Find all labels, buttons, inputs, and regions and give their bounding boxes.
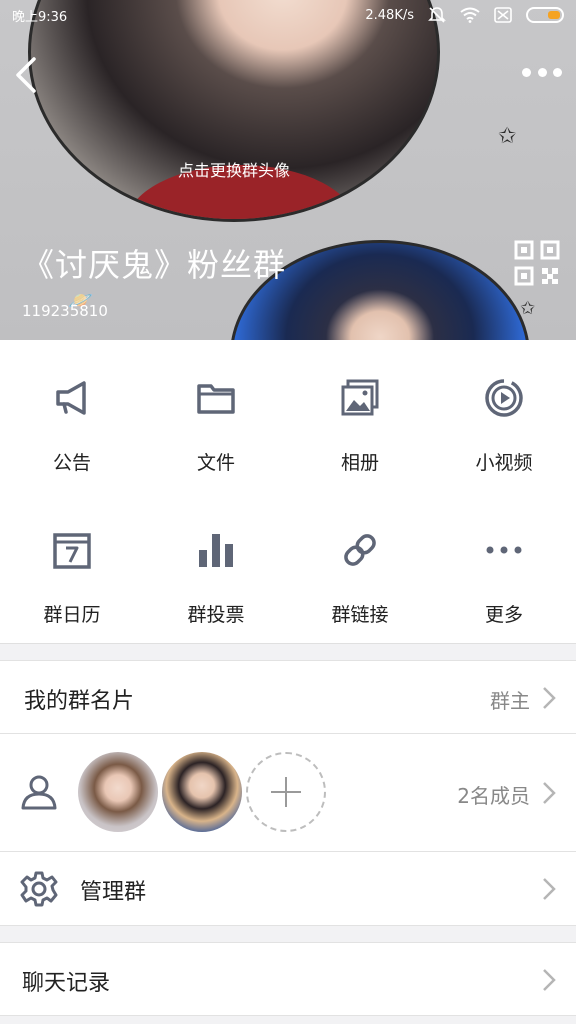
chevron-right-icon bbox=[543, 687, 556, 709]
grid-item-more[interactable]: 更多 bbox=[432, 492, 576, 644]
status-time: 晚上9:36 bbox=[12, 9, 68, 25]
status-bar: 晚上9:36 2.48K/s bbox=[0, 0, 576, 30]
bar-chart-icon bbox=[199, 534, 233, 567]
dot bbox=[522, 67, 531, 77]
gear-icon bbox=[20, 871, 58, 907]
member-avatar[interactable] bbox=[162, 752, 242, 832]
network-speed: 2.48K/s bbox=[365, 7, 414, 23]
members-row[interactable]: 2名成员 bbox=[0, 734, 576, 852]
photo-album-icon bbox=[341, 379, 379, 416]
chevron-right-icon bbox=[543, 878, 556, 900]
my-role-value: 群主 bbox=[490, 689, 530, 713]
grid-item-label: 群投票 bbox=[187, 604, 245, 626]
video-play-icon bbox=[485, 379, 523, 417]
my-group-card-title: 我的群名片 bbox=[24, 689, 135, 714]
grid-item-label: 群链接 bbox=[331, 604, 389, 626]
function-grid: 公告 文件 相册 小视频 群日历 群投票 群链接 更多 bbox=[0, 340, 576, 644]
group-name: 《讨厌鬼》粉丝群 bbox=[22, 246, 287, 284]
wifi-icon bbox=[460, 7, 480, 23]
dot bbox=[553, 67, 562, 77]
grid-item-album[interactable]: 相册 bbox=[288, 340, 432, 492]
more-dots-icon bbox=[486, 546, 522, 554]
change-avatar-hint[interactable]: 点击更换群头像 bbox=[31, 157, 437, 181]
grid-item-label: 更多 bbox=[484, 604, 523, 626]
chat-history-row[interactable]: 聊天记录 bbox=[0, 942, 576, 1016]
grid-item-files[interactable]: 文件 bbox=[144, 340, 288, 492]
add-member-button[interactable] bbox=[246, 752, 326, 832]
grid-item-calendar[interactable]: 群日历 bbox=[0, 492, 144, 644]
more-options-button[interactable] bbox=[522, 58, 562, 86]
members-icon bbox=[21, 775, 57, 810]
grid-item-label: 相册 bbox=[340, 452, 379, 474]
manage-group-title: 管理群 bbox=[80, 880, 147, 905]
member-avatar[interactable] bbox=[78, 752, 158, 832]
grid-item-label: 小视频 bbox=[475, 452, 533, 474]
star-doodle: ✩ bbox=[520, 298, 536, 319]
mute-bell-icon bbox=[428, 7, 446, 23]
link-icon bbox=[344, 534, 376, 566]
megaphone-icon bbox=[56, 381, 86, 415]
sim-icon bbox=[494, 7, 512, 23]
back-arrow-icon[interactable] bbox=[12, 55, 42, 95]
chevron-right-icon bbox=[543, 782, 556, 804]
manage-group-row[interactable]: 管理群 bbox=[0, 852, 576, 926]
grid-item-short-video[interactable]: 小视频 bbox=[432, 340, 576, 492]
dot bbox=[537, 67, 547, 77]
chevron-right-icon bbox=[543, 969, 556, 991]
folder-icon bbox=[197, 384, 235, 414]
grid-item-announcement[interactable]: 公告 bbox=[0, 340, 144, 492]
grid-item-vote[interactable]: 群投票 bbox=[144, 492, 288, 644]
chat-history-title: 聊天记录 bbox=[22, 971, 111, 996]
star-doodle: ✩ bbox=[498, 124, 517, 149]
qr-code-icon[interactable] bbox=[514, 240, 560, 286]
group-header: 点击更换群头像 ✩ ✩ 🪐 晚上9:36 2.48K/s 《讨厌鬼》粉丝群 11… bbox=[0, 0, 576, 340]
group-id: 119235810 bbox=[22, 302, 108, 320]
grid-item-label: 公告 bbox=[52, 452, 91, 474]
group-avatar-photo[interactable]: 点击更换群头像 bbox=[28, 0, 440, 222]
calendar-icon bbox=[53, 533, 91, 569]
battery-icon bbox=[526, 7, 564, 23]
grid-item-link[interactable]: 群链接 bbox=[288, 492, 432, 644]
grid-item-label: 群日历 bbox=[43, 604, 101, 626]
grid-item-label: 文件 bbox=[196, 452, 235, 474]
my-group-card-row[interactable]: 我的群名片 群主 bbox=[0, 660, 576, 734]
member-count: 2名成员 bbox=[457, 784, 530, 808]
